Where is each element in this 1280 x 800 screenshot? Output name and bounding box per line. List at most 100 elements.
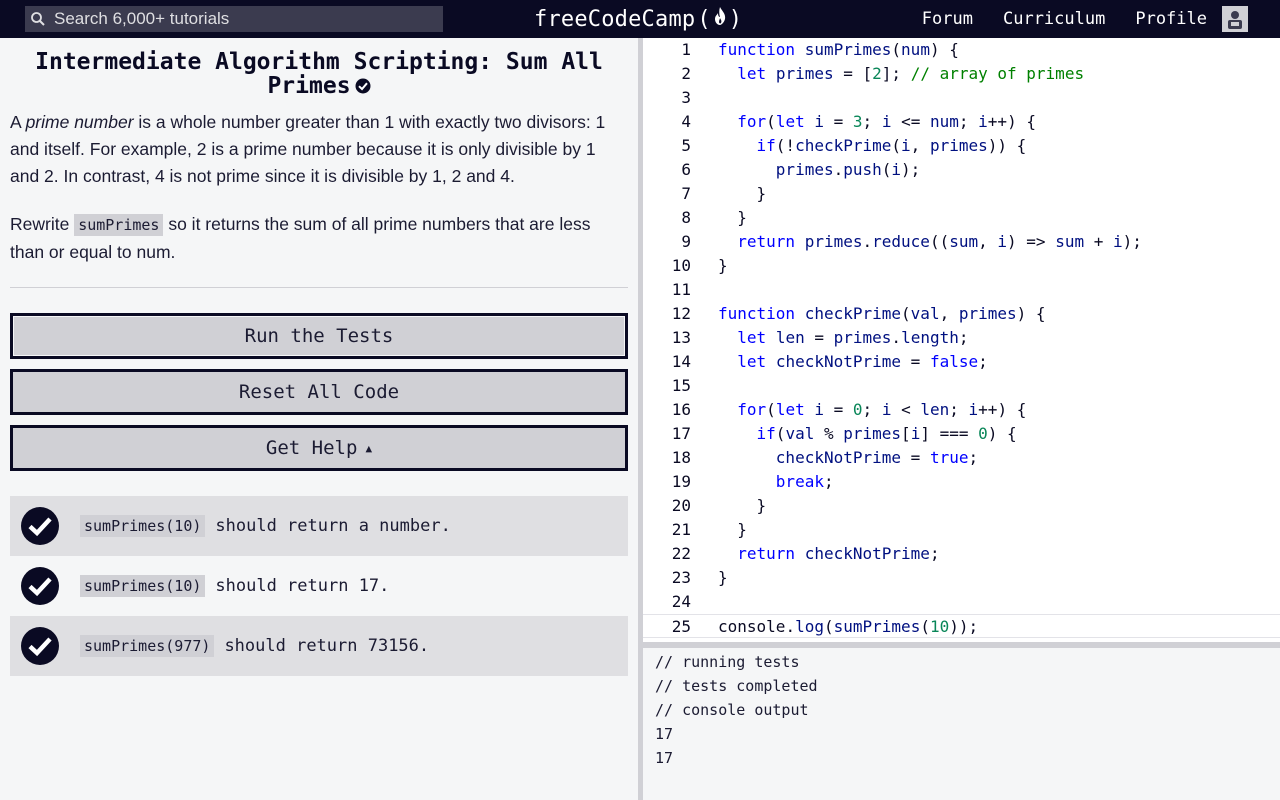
line-number: 8	[681, 208, 691, 227]
challenge-title-text: Intermediate Algorithm Scripting: Sum Al…	[35, 49, 603, 99]
code-line[interactable]: 8 }	[643, 206, 1280, 230]
check-circle-icon	[20, 566, 60, 606]
search-bar[interactable]	[25, 6, 443, 32]
code-line[interactable]: 13 let len = primes.length;	[643, 326, 1280, 350]
line-code[interactable]: return primes.reduce((sum, i) => sum + i…	[718, 230, 1142, 254]
line-code[interactable]: return checkNotPrime;	[718, 542, 939, 566]
code-editor[interactable]: 1 function sumPrimes(num) {2 let primes =…	[643, 38, 1280, 642]
code-line[interactable]: 14 let checkNotPrime = false;	[643, 350, 1280, 374]
code-line[interactable]: 22 return checkNotPrime;	[643, 542, 1280, 566]
line-number: 18	[671, 448, 691, 467]
console-line: // tests completed	[655, 677, 818, 695]
challenge-pane: Intermediate Algorithm Scripting: Sum Al…	[0, 38, 638, 800]
line-number: 21	[671, 520, 691, 539]
line-code[interactable]: let checkNotPrime = false;	[718, 350, 988, 374]
line-code[interactable]: primes.push(i);	[718, 158, 921, 182]
line-code[interactable]: }	[718, 182, 767, 206]
logo-paren-left: (	[697, 6, 711, 32]
code-line[interactable]: 4 for(let i = 3; i <= num; i++) {	[643, 110, 1280, 134]
line-number: 2	[681, 64, 691, 83]
code-line[interactable]: 11	[643, 278, 1280, 302]
code-line[interactable]: 19 break;	[643, 470, 1280, 494]
line-code[interactable]: let primes = [2]; // array of primes	[718, 62, 1084, 86]
description-paragraph-2: Rewrite sumPrimes so it returns the sum …	[10, 211, 628, 266]
run-tests-button[interactable]: Run the Tests	[10, 313, 628, 359]
code-line[interactable]: 7 }	[643, 182, 1280, 206]
caret-up-icon: ▲	[365, 441, 373, 455]
line-code[interactable]: break;	[718, 470, 834, 494]
code-line[interactable]: 5 if(!checkPrime(i, primes)) {	[643, 134, 1280, 158]
search-input[interactable]	[51, 6, 431, 32]
line-number: 25	[671, 617, 691, 636]
line-number: 3	[681, 88, 691, 107]
line-code[interactable]: function checkPrime(val, primes) {	[718, 302, 1046, 326]
check-circle-icon	[20, 626, 60, 666]
code-line[interactable]: 9 return primes.reduce((sum, i) => sum +…	[643, 230, 1280, 254]
line-number: 12	[671, 304, 691, 323]
code-line[interactable]: 1 function sumPrimes(num) {	[643, 38, 1280, 62]
completed-check-icon	[355, 75, 371, 99]
line-code[interactable]: }	[718, 206, 747, 230]
code-line[interactable]: 16 for(let i = 0; i < len; i++) {	[643, 398, 1280, 422]
line-number: 20	[671, 496, 691, 515]
get-help-button[interactable]: Get Help ▲	[10, 425, 628, 471]
line-code[interactable]: if(!checkPrime(i, primes)) {	[718, 134, 1027, 158]
code-line[interactable]: 12 function checkPrime(val, primes) {	[643, 302, 1280, 326]
code-line[interactable]: 17 if(val % primes[i] === 0) {	[643, 422, 1280, 446]
line-number: 1	[681, 40, 691, 59]
code-line[interactable]: 3	[643, 86, 1280, 110]
code-line[interactable]: 6 primes.push(i);	[643, 158, 1280, 182]
code-line[interactable]: 20 }	[643, 494, 1280, 518]
top-nav: freeCodeCamp ( ) Forum Curriculum Profil…	[0, 0, 1280, 38]
nav-curriculum[interactable]: Curriculum	[988, 0, 1120, 38]
code-line[interactable]: 21 }	[643, 518, 1280, 542]
reset-code-button[interactable]: Reset All Code	[10, 369, 628, 415]
line-number: 10	[671, 256, 691, 275]
challenge-description: A prime number is a whole number greater…	[10, 109, 628, 266]
code-line[interactable]: 15	[643, 374, 1280, 398]
line-number: 9	[681, 232, 691, 251]
line-number: 22	[671, 544, 691, 563]
line-code[interactable]: }	[718, 494, 767, 518]
line-number: 17	[671, 424, 691, 443]
line-number: 6	[681, 160, 691, 179]
line-code[interactable]: console.log(sumPrimes(10));	[718, 615, 978, 639]
test-item: sumPrimes(977) should return 73156.	[10, 616, 628, 676]
line-code[interactable]: }	[718, 566, 728, 590]
nav-links: Forum Curriculum Profile	[907, 0, 1280, 38]
fcc-logo[interactable]: freeCodeCamp ( )	[534, 4, 742, 34]
line-code[interactable]: if(val % primes[i] === 0) {	[718, 422, 1017, 446]
logo-text: freeCodeCamp	[534, 6, 696, 32]
code-line[interactable]: 10}	[643, 254, 1280, 278]
code-line[interactable]: 25 console.log(sumPrimes(10));	[643, 614, 1280, 638]
desc-emphasis: prime number	[25, 112, 134, 132]
line-number: 14	[671, 352, 691, 371]
line-code[interactable]: checkNotPrime = true;	[718, 446, 978, 470]
desc-text: Rewrite	[10, 214, 75, 234]
logo-paren-right: )	[728, 6, 743, 32]
line-code[interactable]: function sumPrimes(num) {	[718, 38, 959, 62]
line-code[interactable]: }	[718, 254, 728, 278]
divider	[10, 287, 628, 288]
line-number: 23	[671, 568, 691, 587]
avatar-icon[interactable]	[1222, 6, 1248, 32]
line-code[interactable]: let len = primes.length;	[718, 326, 968, 350]
line-number: 13	[671, 328, 691, 347]
line-number: 4	[681, 112, 691, 131]
nav-forum[interactable]: Forum	[907, 0, 988, 38]
code-line[interactable]: 18 checkNotPrime = true;	[643, 446, 1280, 470]
console-line: // running tests	[655, 653, 800, 671]
line-number: 19	[671, 472, 691, 491]
code-line[interactable]: 23}	[643, 566, 1280, 590]
nav-profile[interactable]: Profile	[1120, 0, 1222, 38]
test-text: should return a number.	[215, 516, 451, 536]
code-line[interactable]: 24	[643, 590, 1280, 614]
line-code[interactable]: for(let i = 0; i < len; i++) {	[718, 398, 1026, 422]
line-code[interactable]: for(let i = 3; i <= num; i++) {	[718, 110, 1036, 134]
test-text: should return 73156.	[224, 636, 430, 656]
inline-code: sumPrimes	[74, 214, 164, 236]
code-line[interactable]: 2 let primes = [2]; // array of primes	[643, 62, 1280, 86]
line-code[interactable]: }	[718, 518, 747, 542]
desc-text: A	[10, 112, 26, 132]
console-line: // console output	[655, 701, 809, 719]
